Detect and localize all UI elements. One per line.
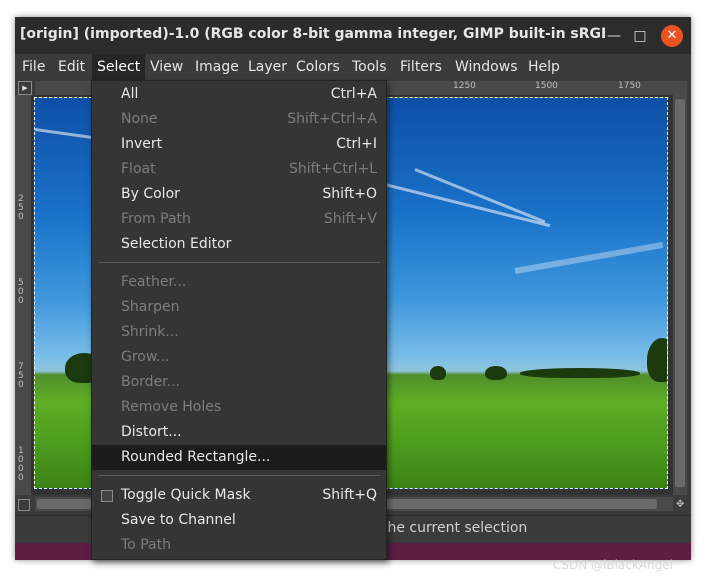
menu-item-invert[interactable]: Invert Ctrl+I — [92, 132, 386, 157]
menu-colors[interactable]: Colors — [291, 54, 345, 81]
vertical-scrollbar[interactable] — [673, 95, 687, 495]
menu-item-label: Toggle Quick Mask — [121, 487, 251, 503]
menu-item-accel: Shift+Q — [322, 487, 377, 503]
tree-line — [520, 368, 640, 378]
menu-item-rounded-rectangle[interactable]: Rounded Rectangle... — [92, 445, 386, 470]
close-icon[interactable]: ✕ — [661, 25, 683, 47]
menu-item-sharpen[interactable]: Sharpen — [92, 295, 386, 320]
menu-item-accel: Shift+Ctrl+A — [287, 111, 377, 127]
menu-windows[interactable]: Windows — [450, 54, 523, 81]
menu-item-shrink[interactable]: Shrink... — [92, 320, 386, 345]
menu-item-label: To Path — [121, 537, 171, 553]
menu-item-label: Grow... — [121, 349, 170, 365]
menu-item-feather[interactable]: Feather... — [92, 270, 386, 295]
menu-item-label: Rounded Rectangle... — [121, 449, 271, 465]
menu-item-label: Invert — [121, 136, 163, 152]
menu-item-label: By Color — [121, 186, 180, 202]
menu-item-accel: Shift+O — [322, 186, 377, 202]
menu-file[interactable]: File — [17, 54, 50, 81]
menu-item-accel: Ctrl+I — [336, 136, 377, 152]
maximize-icon[interactable]: □ — [629, 25, 651, 47]
ruler-tick-label: 750 — [18, 362, 24, 390]
menu-item-label: Shrink... — [121, 324, 179, 340]
menu-item-accel: Ctrl+A — [330, 86, 377, 102]
menu-item-label: Save to Channel — [121, 512, 236, 528]
menu-item-float[interactable]: Float Shift+Ctrl+L — [92, 157, 386, 182]
status-text: the current selection — [382, 520, 528, 536]
menu-item-accel: Shift+V — [323, 211, 377, 227]
menu-item-label: Selection Editor — [121, 236, 232, 252]
watermark: CSDN @iBlackAngel — [553, 558, 673, 572]
menu-item-from-path[interactable]: From Path Shift+V — [92, 207, 386, 232]
ruler-tick-label: 250 — [18, 194, 24, 222]
menu-separator — [98, 475, 380, 476]
menu-item-distort[interactable]: Distort... — [92, 420, 386, 445]
ruler-tick-label: 1750 — [618, 81, 641, 91]
checkbox-icon[interactable] — [101, 490, 113, 502]
menu-select[interactable]: Select — [92, 54, 146, 81]
menu-item-border[interactable]: Border... — [92, 370, 386, 395]
navigate-menu-icon[interactable]: ▶ — [18, 81, 32, 95]
window-title: [origin] (imported)-1.0 (RGB color 8-bit… — [20, 26, 605, 42]
navigate-icon[interactable]: ✥ — [676, 499, 688, 511]
minimize-icon[interactable]: — — [603, 25, 625, 47]
menu-separator — [98, 262, 380, 263]
menu-help[interactable]: Help — [523, 54, 565, 81]
menu-item-label: Distort... — [121, 424, 182, 440]
menu-item-label: Sharpen — [121, 299, 180, 315]
menu-item-label: Border... — [121, 374, 181, 390]
menu-item-label: None — [121, 111, 158, 127]
ruler-tick-label: 1250 — [453, 81, 476, 91]
scroll-thumb[interactable] — [675, 99, 685, 487]
tree — [485, 366, 507, 380]
menu-item-label: From Path — [121, 211, 191, 227]
menu-view[interactable]: View — [145, 54, 188, 81]
menu-item-by-color[interactable]: By Color Shift+O — [92, 182, 386, 207]
ruler-tick-label: 1000 — [18, 446, 24, 483]
ruler-tick-label: 500 — [18, 278, 24, 306]
quick-mask-toggle-icon[interactable] — [18, 499, 30, 511]
menu-item-label: All — [121, 86, 139, 102]
tree — [430, 366, 446, 380]
menu-item-toggle-quick-mask[interactable]: Toggle Quick Mask Shift+Q — [92, 483, 386, 508]
menu-item-label: Float — [121, 161, 156, 177]
menu-item-label: Remove Holes — [121, 399, 222, 415]
menu-item-remove-holes[interactable]: Remove Holes — [92, 395, 386, 420]
menu-tools[interactable]: Tools — [347, 54, 392, 81]
menu-edit[interactable]: Edit — [53, 54, 90, 81]
menu-item-label: Feather... — [121, 274, 187, 290]
ruler-tick-label: 1500 — [535, 81, 558, 91]
menu-item-all[interactable]: All Ctrl+A — [92, 82, 386, 107]
menu-filters[interactable]: Filters — [395, 54, 447, 81]
menu-image[interactable]: Image — [190, 54, 244, 81]
menu-item-save-to-channel[interactable]: Save to Channel — [92, 508, 386, 533]
vertical-ruler[interactable]: 250 500 750 1000 — [15, 95, 31, 495]
menu-item-grow[interactable]: Grow... — [92, 345, 386, 370]
menu-layer[interactable]: Layer — [243, 54, 292, 81]
menu-bar: File Edit Select View Image Layer Colors… — [15, 54, 691, 81]
menu-item-accel: Shift+Ctrl+L — [289, 161, 377, 177]
menu-item-to-path[interactable]: To Path — [92, 533, 386, 558]
menu-item-selection-editor[interactable]: Selection Editor — [92, 232, 386, 257]
select-menu: All Ctrl+A None Shift+Ctrl+A Invert Ctrl… — [91, 80, 387, 560]
menu-item-none[interactable]: None Shift+Ctrl+A — [92, 107, 386, 132]
cloud — [514, 241, 664, 274]
tree — [647, 338, 667, 382]
title-bar: [origin] (imported)-1.0 (RGB color 8-bit… — [15, 17, 691, 54]
